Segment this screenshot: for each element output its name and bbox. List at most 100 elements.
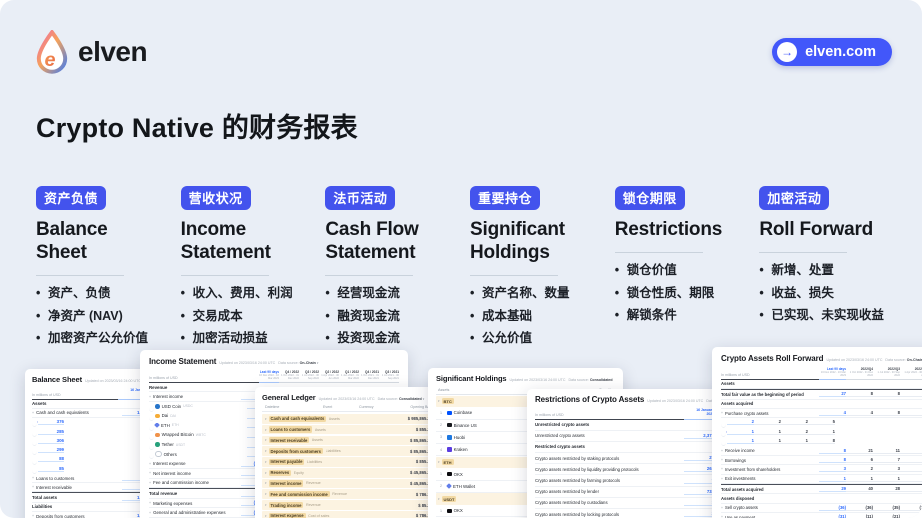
row-label: ETH Wallet: [453, 484, 475, 489]
balance-sheet-row: +Cash and cash equivalents1,423: [32, 409, 148, 418]
roll-forward-row: +Investment from shareholders3233: [721, 465, 922, 474]
feature-bullets: 资产名称、数量 成本基础 公允价值: [470, 286, 607, 345]
balance-sheet-row: +Deposits from customers1,476: [32, 512, 148, 518]
expand-icon: +: [721, 458, 723, 462]
row-value: 3: [819, 466, 846, 472]
row-value: 1: [819, 476, 846, 482]
chevron-down-icon: ▾: [265, 481, 267, 485]
cta-label: elven.com: [805, 44, 876, 60]
okx-icon: [447, 472, 452, 477]
card-updated: Updated on 2023/03/16 24:00 UTC: [647, 399, 703, 403]
page-canvas: e elven → elven.com Crypto Native 的财务报表 …: [0, 0, 922, 518]
row-label: Crypto assets restricted by liquidity pr…: [535, 467, 684, 472]
column-header: 2022/Q31 Jul 2022 - 30 Sep 2022: [873, 367, 900, 380]
bullet-item: 解锁条件: [615, 308, 752, 322]
card-title: Restrictions of Crypto Assets: [535, 395, 644, 404]
kraken-icon: [447, 447, 452, 452]
page-header: e elven → elven.com: [36, 30, 892, 74]
bullet-item: 已实现、未实现收益: [759, 308, 896, 322]
balance-sheet-table: Assets+Cash and cash equivalents1,423ETH…: [32, 400, 148, 518]
balance-sheet-card: Balance Sheet Updated on 2023/03/16 24:0…: [25, 369, 155, 518]
card-updated: Updated on 2023/03/16 24:00 UTC: [85, 379, 141, 383]
col-range: 1 Jan 2022 - 31 Mar 2022: [339, 374, 359, 380]
row-label: Fee and commission income: [153, 480, 209, 485]
feature-bullets: 锁仓价值 锁仓性质、期限 解锁条件: [615, 263, 752, 322]
col-range: 1 Apr 2022 - 30 Jun 2022: [900, 371, 922, 377]
row-label: Liabilities: [32, 504, 52, 509]
general-ledger-card: General Ledger Updated on 2023/03/16 24:…: [255, 387, 448, 518]
period-columns: Last 90 days16 Dec 2022 - 16 Mar 2023Q4 …: [259, 370, 399, 383]
balance-sheet-row: +Loans to customers530: [32, 474, 148, 483]
unit-label: In millions of USD: [535, 413, 684, 420]
bullet-item: 锁仓价值: [615, 263, 752, 277]
page-title: Crypto Native 的财务报表: [36, 106, 358, 145]
roll-forward-row: Assets disposed: [721, 494, 922, 503]
feature-badge: 重要持仓: [470, 186, 540, 210]
account-tag: Trading income: [269, 502, 304, 508]
row-value: 2: [727, 419, 754, 425]
row-label: Marketing expenses: [153, 501, 192, 506]
row-value: 376: [38, 419, 64, 425]
balance-sheet-row: Liabilities: [32, 503, 148, 512]
account-category: Liabilities: [307, 460, 416, 464]
chevron-down-icon: ▾: [438, 460, 440, 464]
column-header: Q1 / 20221 Jan 2022 - 31 Mar 2022: [339, 370, 359, 383]
unit-label: In millions of USD: [149, 376, 259, 383]
account-tag: Loans to customers: [269, 426, 313, 432]
period-columns: Last 90 days16 Dec 2022 - 16 Mar 2023202…: [819, 367, 922, 380]
svg-text:e: e: [44, 49, 55, 71]
row-value: 43: [900, 486, 922, 492]
feature-bullets: 资产、负债 净资产 (NAV) 加密资产公允价值: [36, 286, 173, 345]
bullet-item: 交易成本: [181, 309, 318, 323]
feature-badge: 锁仓期限: [615, 186, 685, 210]
feature-title: Significant Holdings: [470, 218, 607, 264]
chevron-down-icon: ▾: [423, 397, 425, 401]
column-header: Q4 / 20221 Oct 2022 - 31 Dec 2022: [279, 370, 299, 383]
row-label: OKX: [454, 508, 463, 513]
feature-column-balance-sheet: 资产负债 Balance Sheet 资产、负债 净资产 (NAV) 加密资产公…: [36, 186, 173, 353]
row-value: 27: [819, 391, 846, 397]
dai-icon: [155, 414, 160, 419]
ledger-row: ▾Interest incomeRevenue$ 45,865.21 Cr: [262, 479, 441, 489]
ledger-row: ▾Trading incomeRevenue$ 85.28 Cr: [262, 500, 441, 510]
others-icon: [155, 451, 162, 458]
row-value: 2,371: [684, 433, 714, 439]
arrow-right-icon: →: [777, 42, 797, 62]
feature-column-significant-holdings: 重要持仓 Significant Holdings 资产名称、数量 成本基础 公…: [470, 186, 607, 353]
bullet-item: 成本基础: [470, 309, 607, 323]
row-value: 8: [819, 448, 846, 454]
row-label: Assets: [721, 381, 735, 386]
expand-icon: +: [32, 485, 34, 489]
col-range: 1 Jul 2022 - 30 Sep 2022: [873, 371, 900, 377]
brand-logo: e elven: [36, 30, 147, 74]
col-range: 1 Oct 2022 - 31 Dec 2022: [846, 371, 873, 377]
row-label: Binance US: [454, 423, 477, 428]
row-value: (21): [873, 514, 900, 518]
elven-com-button[interactable]: → elven.com: [772, 38, 892, 66]
card-title: General Ledger: [262, 393, 316, 402]
col-range: 1 Oct 2022 - 31 Dec 2022: [279, 374, 299, 380]
chevron-down-icon: ▾: [438, 399, 440, 403]
roll-forward-row: +Borrowings8678: [721, 456, 922, 465]
row-index: 1: [438, 509, 447, 513]
row-value: 4: [819, 410, 846, 416]
ticker-label: USDC: [183, 404, 193, 408]
row-label: Interest income: [153, 394, 183, 399]
account-category: Revenue: [306, 503, 418, 507]
row-value: 1: [781, 438, 808, 444]
roll-forward-row: +Use as payment(31)(11)(21)(41): [721, 513, 922, 518]
row-label: Sell crypto assets: [725, 505, 758, 510]
chevron-down-icon: ▾: [265, 428, 267, 432]
row-value: 6: [846, 457, 873, 463]
expand-icon: +: [721, 477, 723, 481]
expand-icon: +: [149, 462, 151, 466]
balance-sheet-row: Others85: [32, 465, 37, 474]
ledger-row: ▾Cash and cash equivalentsAssets$ 985,86…: [262, 414, 441, 424]
bullet-item: 融资现金流: [325, 309, 462, 323]
feature-title: Income Statement: [181, 218, 318, 264]
wbtc-icon: [155, 433, 160, 438]
unit-label: In millions of USD: [32, 393, 118, 400]
row-label: Assets disposed: [721, 496, 754, 501]
row-value: 7: [900, 410, 922, 416]
roll-forward-row: USD CoinUSDC2225: [721, 418, 726, 427]
